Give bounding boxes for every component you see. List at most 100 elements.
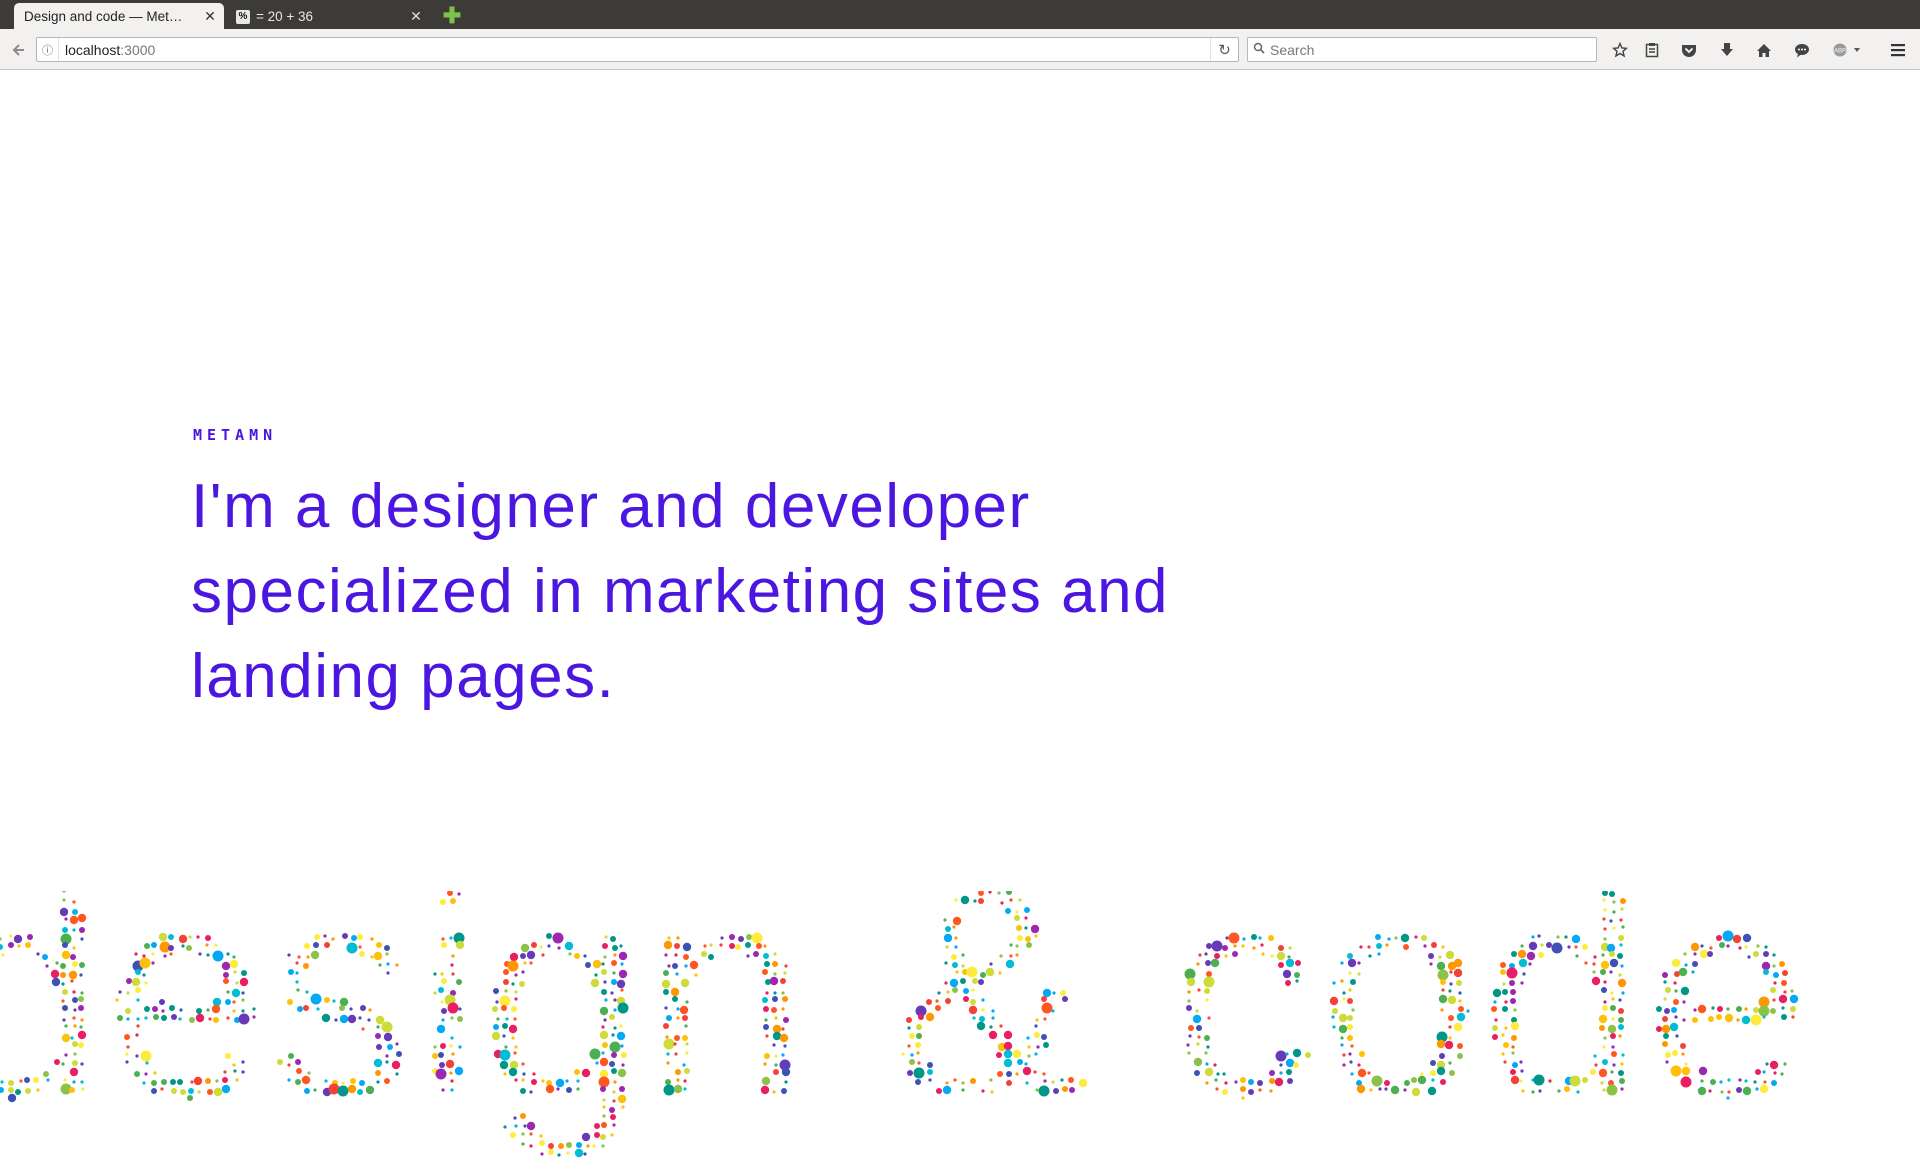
url-bar[interactable]: ⓘ localhost:3000 ↻ [36, 37, 1239, 62]
decorative-dot [976, 1021, 986, 1031]
decorative-dot [306, 955, 310, 959]
decorative-dot [666, 1015, 672, 1021]
decorative-dot [1618, 1024, 1624, 1030]
decorative-dot [781, 1088, 787, 1094]
decorative-dot [1012, 1049, 1022, 1059]
decorative-dot [142, 973, 146, 977]
decorative-dot [170, 1079, 176, 1085]
tab-close-icon[interactable]: ✕ [202, 8, 218, 25]
decorative-dot [1332, 1025, 1336, 1029]
abp-icon[interactable]: ABP [1830, 38, 1864, 62]
decorative-dot [601, 1144, 605, 1148]
decorative-dot [1428, 953, 1434, 959]
decorative-dot [381, 1021, 393, 1033]
decorative-dot [153, 1014, 159, 1020]
search-bar[interactable] [1247, 37, 1597, 62]
decorative-dot [679, 1005, 689, 1015]
decorative-dot [1258, 1088, 1262, 1092]
decorative-dot [72, 900, 76, 904]
tab-active[interactable]: Design and code — Met… ✕ [14, 3, 224, 30]
star-icon[interactable] [1608, 38, 1632, 62]
decorative-dot [574, 1069, 580, 1075]
decorative-dot [953, 1078, 957, 1082]
decorative-dot [998, 971, 1002, 975]
download-icon[interactable] [1715, 38, 1739, 62]
decorative-dot [1423, 944, 1427, 948]
back-arrow-icon[interactable] [6, 38, 30, 62]
decorative-dot [376, 1025, 380, 1029]
decorative-dot [365, 1085, 375, 1095]
decorative-dot [181, 944, 185, 948]
decorative-dot [1571, 934, 1581, 944]
decorative-dot [296, 1068, 302, 1074]
reload-icon[interactable]: ↻ [1210, 38, 1238, 61]
decorative-dot [9, 934, 13, 938]
tab-inactive[interactable]: % = 20 + 36 ✕ [228, 3, 430, 30]
decorative-dot [684, 964, 688, 968]
chat-icon[interactable] [1790, 38, 1814, 62]
decorative-dot [927, 1062, 933, 1068]
decorative-dot [1681, 1052, 1685, 1056]
url-text[interactable]: localhost:3000 [59, 42, 1210, 58]
decorative-dot [664, 953, 668, 957]
decorative-dot [232, 955, 236, 959]
decorative-dot [601, 989, 607, 995]
decorative-dot [1034, 934, 1038, 938]
decorative-dot [971, 988, 975, 992]
decorative-dot [77, 1030, 87, 1040]
brand-logo[interactable]: METAMN [193, 426, 277, 444]
decorative-dot [514, 997, 518, 1001]
decorative-dot [50, 969, 60, 979]
decorative-dot [997, 1071, 1003, 1077]
decorative-dot [61, 1062, 65, 1066]
hamburger-menu-icon[interactable] [1886, 38, 1910, 62]
decorative-dot [126, 1045, 130, 1049]
tab-close-icon[interactable]: ✕ [408, 8, 424, 25]
decorative-dot [772, 1043, 776, 1047]
decorative-dot [441, 1018, 445, 1022]
decorative-dot [161, 1009, 165, 1013]
decorative-dot [682, 1015, 688, 1021]
decorative-dot [1756, 944, 1760, 948]
decorative-dot [1024, 926, 1028, 930]
decorative-dot [612, 1099, 616, 1103]
decorative-dot [1781, 980, 1787, 986]
decorative-dot [78, 1005, 84, 1011]
decorative-dot [310, 950, 320, 960]
tab-title: = 20 + 36 [256, 9, 314, 24]
decorative-dot [433, 991, 437, 995]
decorative-dot [729, 934, 735, 940]
decorative-dot [620, 1044, 624, 1048]
decorative-dot [1665, 987, 1671, 993]
decorative-dot [1603, 980, 1607, 984]
info-icon[interactable]: ⓘ [37, 38, 59, 61]
decorative-dot [1761, 961, 1771, 971]
decorative-dot [1030, 924, 1040, 934]
decorative-dot [501, 1005, 507, 1011]
decorative-dot [1034, 1052, 1038, 1056]
decorative-dot [586, 1144, 590, 1148]
decorative-dot [1503, 1042, 1509, 1048]
clipboard-icon[interactable] [1640, 38, 1664, 62]
decorative-dot [1671, 958, 1681, 968]
search-input[interactable] [1270, 41, 1596, 58]
decorative-dot [1593, 1054, 1597, 1058]
decorative-dot [1690, 942, 1700, 952]
decorative-dot [241, 991, 245, 995]
decorative-dot [1681, 1066, 1691, 1076]
page-content: METAMN I'm a designer and developer spec… [0, 71, 1920, 1176]
decorative-dot [780, 978, 786, 984]
decorative-dot [1349, 1060, 1353, 1064]
decorative-dot [1492, 988, 1502, 998]
pocket-icon[interactable] [1677, 38, 1701, 62]
new-tab-plus-icon[interactable]: ✚ [441, 3, 463, 28]
decorative-dot [1600, 960, 1610, 970]
decorative-dot [981, 998, 985, 1002]
decorative-dot [367, 1018, 371, 1022]
decorative-dot [603, 955, 607, 959]
decorative-dot [1693, 1008, 1697, 1012]
home-icon[interactable] [1752, 38, 1776, 62]
decorative-dot [1526, 951, 1536, 961]
decorative-dot [906, 1017, 912, 1023]
decorative-dot [232, 1009, 236, 1013]
